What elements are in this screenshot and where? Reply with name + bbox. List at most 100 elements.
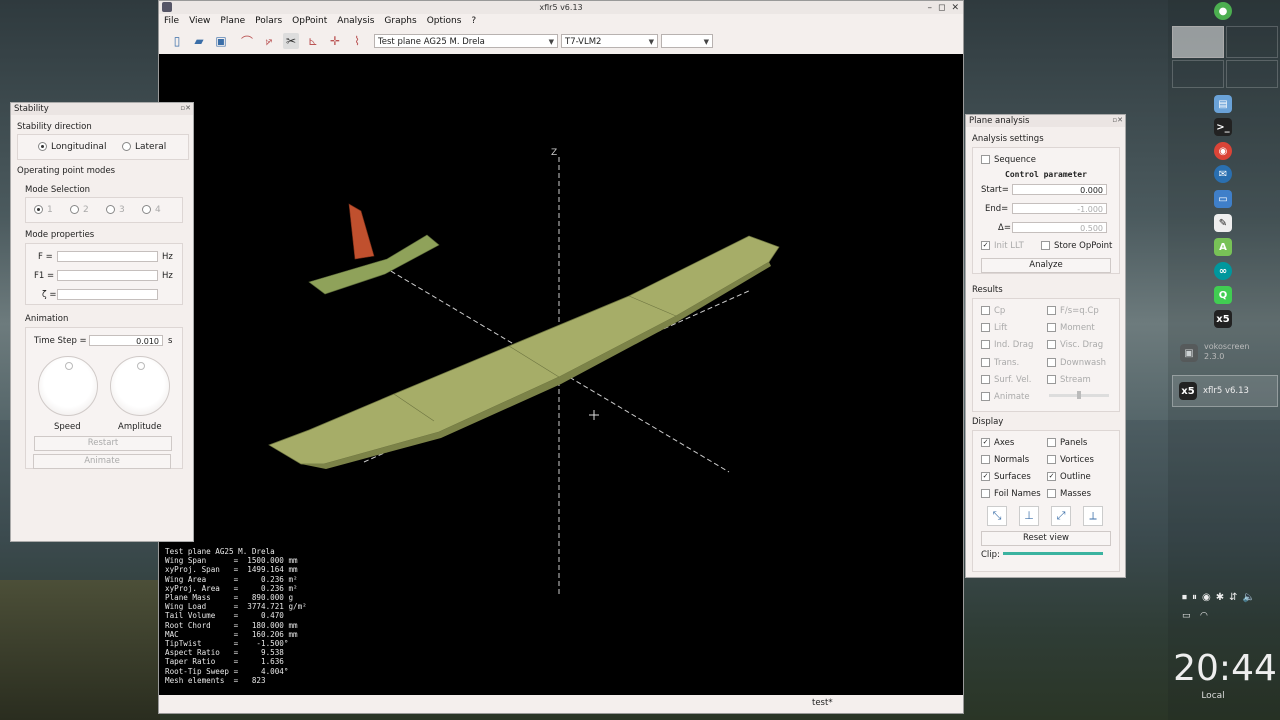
menu-analysis[interactable]: Analysis (332, 14, 379, 29)
terminal-icon[interactable]: >_ (1214, 118, 1232, 136)
record-stop-icon[interactable]: ⏹ (1182, 592, 1187, 603)
qt-creator-icon[interactable]: Q (1214, 286, 1232, 304)
end-field[interactable]: -1.000 (1012, 203, 1107, 214)
outline-checkbox[interactable]: ✓ Outline (1047, 472, 1091, 482)
opp-select[interactable]: ▼ (661, 34, 713, 48)
polar-select[interactable]: T7-VLM2 ▼ (561, 34, 658, 48)
lateral-radio[interactable]: Lateral (122, 142, 166, 152)
menu-options[interactable]: Options (422, 14, 467, 29)
surfaces-checkbox[interactable]: ✓ Surfaces (981, 472, 1031, 482)
speed-dial[interactable] (38, 356, 98, 416)
view-z-icon[interactable]: ⤢ (1051, 506, 1071, 526)
workspace-2[interactable] (1226, 26, 1278, 58)
foil-analysis-icon[interactable]: ⦬ (261, 33, 277, 49)
moment-checkbox[interactable]: Moment (1047, 323, 1095, 333)
new-file-icon[interactable]: ▯ (169, 33, 185, 49)
analyze-button[interactable]: Analyze (981, 258, 1111, 273)
view-iso-icon[interactable]: ⟂ (1083, 506, 1103, 526)
lift-checkbox[interactable]: Lift (981, 323, 1007, 333)
start-field[interactable]: 0.000 (1012, 184, 1107, 195)
store-opp-checkbox[interactable]: Store OpPoint (1041, 241, 1112, 251)
3d-viewport[interactable]: Z Y Test plane AG25 M. DrelaWing Span = … (159, 54, 963, 695)
ind-drag-checkbox[interactable]: Ind. Drag (981, 340, 1033, 350)
animate-button[interactable]: Animate (33, 454, 171, 469)
amplitude-dial[interactable] (110, 356, 170, 416)
dock-float-close-icon[interactable]: ▫✕ (180, 104, 191, 112)
opensuse-icon[interactable]: ● (1214, 2, 1232, 20)
thunderbird-icon[interactable]: ✉ (1214, 165, 1232, 183)
open-file-icon[interactable]: ▰ (191, 33, 207, 49)
longitudinal-radio[interactable]: Longitudinal (38, 142, 106, 152)
time-step-field[interactable]: 0.010 (89, 335, 163, 346)
dock-float-close-icon[interactable]: ▫✕ (1112, 116, 1123, 124)
zeta-field[interactable] (57, 289, 158, 300)
plane-select[interactable]: Test plane AG25 M. Drela ▼ (374, 34, 558, 48)
downwash-checkbox[interactable]: Downwash (1047, 358, 1106, 368)
polar-view-icon[interactable]: ⊾ (305, 33, 321, 49)
sequence-checkbox[interactable]: Sequence (981, 155, 1036, 165)
vortices-checkbox[interactable]: Vortices (1047, 455, 1094, 465)
vokoscreen-icon[interactable]: ▣ (1180, 344, 1198, 362)
menu-polars[interactable]: Polars (250, 14, 287, 29)
save-icon[interactable]: ▣ (213, 33, 229, 49)
normals-checkbox[interactable]: Normals (981, 455, 1029, 465)
workspace-4[interactable] (1226, 60, 1278, 88)
stream-checkbox[interactable]: Stream (1047, 375, 1091, 385)
arduino-icon[interactable]: ∞ (1214, 262, 1232, 280)
menu-oppoint[interactable]: OpPoint (287, 14, 332, 29)
animate-checkbox[interactable]: Animate (981, 392, 1030, 402)
restart-button[interactable]: Restart (34, 436, 172, 451)
bluetooth-icon[interactable]: ✱ (1216, 592, 1224, 603)
workspace-3[interactable] (1172, 60, 1224, 88)
f1-field[interactable] (57, 270, 158, 281)
animation-speed-slider[interactable] (1049, 391, 1109, 399)
opp-view-icon[interactable]: ✛ (327, 33, 343, 49)
remote-desktop-icon[interactable]: ▭ (1214, 190, 1232, 208)
mode-1-radio[interactable]: 1 (34, 205, 53, 215)
f-field[interactable] (57, 251, 158, 262)
menu-graphs[interactable]: Graphs (379, 14, 421, 29)
foil-names-checkbox[interactable]: Foil Names (981, 489, 1041, 499)
menu-help[interactable]: ? (466, 14, 481, 29)
xflr5-launcher-icon[interactable]: x5 (1214, 310, 1232, 328)
mode-3-radio[interactable]: 3 (106, 205, 125, 215)
cp-checkbox[interactable]: Cp (981, 306, 1005, 316)
network-tray-icon[interactable]: ⇵ (1229, 592, 1237, 603)
workspace-1[interactable] (1172, 26, 1224, 58)
android-studio-icon[interactable]: A (1214, 238, 1232, 256)
panels-checkbox[interactable]: Panels (1047, 438, 1087, 448)
menu-plane[interactable]: Plane (215, 14, 250, 29)
menu-view[interactable]: View (184, 14, 215, 29)
taskbar-xflr5[interactable]: x5 xflr5 v6.13 (1172, 375, 1278, 407)
plane-design-icon[interactable]: ✂ (283, 33, 299, 49)
clip-slider[interactable] (1003, 552, 1103, 555)
view-x-icon[interactable]: ⤡ (987, 506, 1007, 526)
text-editor-icon[interactable]: ▤ (1214, 95, 1232, 113)
vokoscreen-label[interactable]: vokoscreen 2.3.0 (1204, 342, 1249, 362)
volume-icon[interactable]: 🔈 (1243, 592, 1255, 603)
mode-4-radio[interactable]: 4 (142, 205, 161, 215)
init-llt-checkbox[interactable]: ✓ Init LLT (981, 241, 1024, 251)
axes-checkbox[interactable]: ✓ Axes (981, 438, 1014, 448)
foil-design-icon[interactable]: ⌒ (239, 33, 255, 49)
slider-handle-icon[interactable] (1077, 391, 1081, 399)
clock-time[interactable]: 20:44 (1170, 648, 1280, 689)
delta-field[interactable]: 0.500 (1012, 222, 1107, 233)
menu-file[interactable]: File (159, 14, 184, 29)
trans-checkbox[interactable]: Trans. (981, 358, 1019, 368)
window-titlebar[interactable]: xflr5 v6.13 – ◻ ✕ (159, 1, 963, 14)
inkscape-icon[interactable]: ✎ (1214, 214, 1232, 232)
pause-icon[interactable]: ⏸ (1192, 592, 1197, 603)
masses-checkbox[interactable]: Masses (1047, 489, 1091, 499)
mode-2-radio[interactable]: 2 (70, 205, 89, 215)
view-y-icon[interactable]: ⊥ (1019, 506, 1039, 526)
fs-qcp-checkbox[interactable]: F/s=q.Cp (1047, 306, 1099, 316)
reset-view-button[interactable]: Reset view (981, 531, 1111, 546)
chrome-icon[interactable]: ◉ (1214, 142, 1232, 160)
battery-icon[interactable]: ▭ (1182, 611, 1191, 621)
stability-view-icon[interactable]: ⌇ (349, 33, 365, 49)
visc-drag-checkbox[interactable]: Visc. Drag (1047, 340, 1103, 350)
chrome-tray-icon[interactable]: ◉ (1202, 592, 1211, 603)
surf-vel-checkbox[interactable]: Surf. Vel. (981, 375, 1032, 385)
wifi-icon[interactable]: ◠ (1200, 611, 1208, 621)
